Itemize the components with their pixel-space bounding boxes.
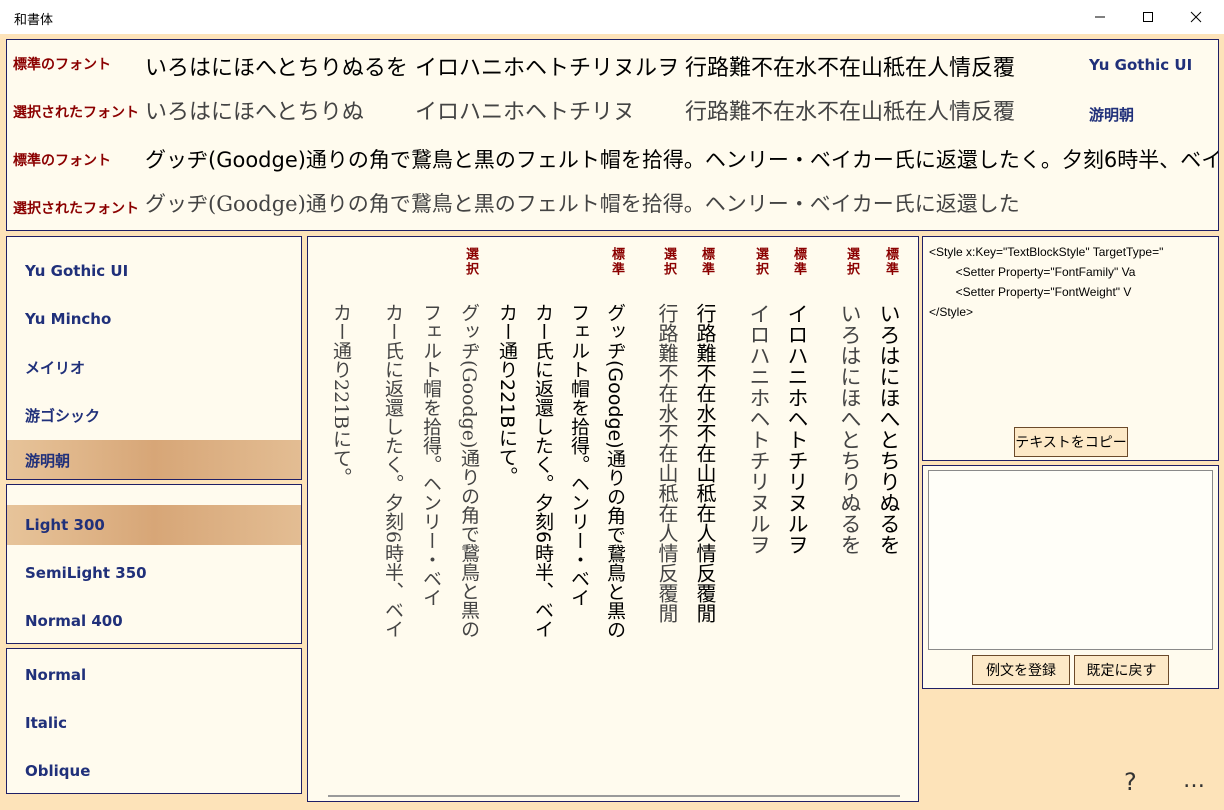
window-title: 和書体 — [14, 13, 54, 28]
kanji-selected: 行路難不在水不在山秪在人情反覆 — [685, 100, 1016, 125]
vcol-sentence-standard-2: フェルト帽を拾得。ヘンリー・ベイ — [568, 303, 590, 607]
kana-standard: いろはにほへとちりぬるを — [145, 56, 408, 81]
vcol-sentence-selected-1: グッヂ(Goodge)通りの角で鵞鳥と黒の — [458, 303, 480, 639]
tag-standard-4: 標準 — [609, 247, 624, 277]
style-item-normal[interactable]: Normal — [7, 655, 301, 695]
close-icon — [1190, 11, 1202, 23]
font-item-yu-gothic[interactable]: 游ゴシック — [7, 395, 301, 435]
more-icon[interactable]: … — [1183, 768, 1205, 793]
sentence-standard: グッヂ(Goodge)通りの角で鵞鳥と黒のフェルト帽を拾得。ヘンリー・ベイカー氏… — [145, 148, 1218, 172]
standard-font-name: Yu Gothic UI — [1089, 56, 1193, 74]
code-panel: <Style x:Key="TextBlockStyle" TargetType… — [922, 236, 1219, 461]
horizontal-scrollbar[interactable] — [328, 795, 900, 797]
vcol-kanji-selected: 行路難不在水不在山秪在人情反覆閒 — [655, 303, 679, 623]
kana-selected: いろはにほへとちりぬ — [145, 100, 364, 125]
vcol-sentence-standard-3: カー氏に返還したく。夕刻6時半、ベイ — [532, 303, 554, 639]
kanji-standard: 行路難不在水不在山秪在人情反覆 — [685, 56, 1016, 81]
standard-font-label: 標準のフォント — [13, 57, 111, 73]
font-item-meiryo[interactable]: メイリオ — [7, 347, 301, 387]
minimize-icon — [1095, 16, 1105, 18]
vcol-katakana-selected: イロハニホヘトチリヌルヲ — [747, 303, 771, 555]
copy-text-button[interactable]: テキストをコピー — [1014, 427, 1128, 457]
maximize-icon — [1143, 12, 1153, 22]
vcol-sentence-selected-4: カー通り221Bにて。 — [330, 303, 352, 487]
katakana-standard: イロハニホヘトチリヌルヲ — [415, 56, 680, 81]
minimize-button[interactable] — [1076, 0, 1124, 34]
comparison-panel: 標準のフォント いろはにほへとちりぬるを イロハニホヘトチリヌルヲ 行路難不在水… — [6, 39, 1219, 231]
font-family-list[interactable]: Yu Gothic UI Yu Mincho メイリオ 游ゴシック 游明朝 — [6, 236, 302, 480]
weight-item-light[interactable]: Light 300 — [7, 505, 301, 545]
tag-standard-3: 標準 — [699, 247, 714, 277]
sample-text-input[interactable] — [928, 470, 1213, 650]
vertical-text-panel: 標準 選択 標準 選択 標準 選択 標準 選択 いろはにほへとちりぬるを いろは… — [307, 236, 919, 802]
font-item-yu-mincho-jp[interactable]: 游明朝 — [7, 440, 301, 479]
help-icon[interactable]: ? — [1124, 768, 1137, 796]
vcol-kana-standard: いろはにほへとちりぬるを — [877, 303, 901, 555]
register-sample-button[interactable]: 例文を登録 — [972, 655, 1070, 685]
vcol-kanji-standard: 行路難不在水不在山秪在人情反覆閒 — [693, 303, 717, 623]
vcol-sentence-standard-4: カー通り221Bにて。 — [496, 303, 518, 486]
selected-font-label-2: 選択されたフォント — [13, 201, 139, 217]
font-item-yu-gothic-ui[interactable]: Yu Gothic UI — [7, 251, 301, 291]
tag-selected-3: 選択 — [661, 247, 676, 277]
vcol-sentence-selected-3: カー氏に返還したく。夕刻6時半、ベイ — [382, 303, 404, 639]
tag-standard-2: 標準 — [791, 247, 806, 277]
tag-selected-2: 選択 — [753, 247, 768, 277]
selected-font-label: 選択されたフォント — [13, 105, 139, 121]
vcol-kana-selected: いろはにほへとちりぬるを — [838, 303, 862, 555]
weight-item-normal[interactable]: Normal 400 — [7, 601, 301, 641]
maximize-button[interactable] — [1124, 0, 1172, 34]
font-weight-list[interactable]: Light 300 SemiLight 350 Normal 400 — [6, 484, 302, 644]
sentence-selected: グッヂ(Goodge)通りの角で鵞鳥と黒のフェルト帽を拾得。ヘンリー・ベイカー氏… — [145, 192, 1020, 216]
vcol-katakana-standard: イロハニホヘトチリヌルヲ — [785, 303, 809, 555]
xaml-code[interactable]: <Style x:Key="TextBlockStyle" TargetType… — [929, 242, 1163, 322]
sample-text-panel: 例文を登録 既定に戻す — [922, 465, 1219, 689]
font-item-yu-mincho[interactable]: Yu Mincho — [7, 299, 301, 339]
katakana-selected: イロハニホヘトチリヌ — [415, 100, 636, 125]
tag-selected-4: 選択 — [463, 247, 478, 277]
style-item-italic[interactable]: Italic — [7, 703, 301, 743]
close-button[interactable] — [1172, 0, 1220, 34]
tag-standard-1: 標準 — [883, 247, 898, 277]
style-item-oblique[interactable]: Oblique — [7, 751, 301, 791]
standard-font-label-2: 標準のフォント — [13, 153, 111, 169]
tag-selected-1: 選択 — [844, 247, 859, 277]
reset-default-button[interactable]: 既定に戻す — [1074, 655, 1169, 685]
selected-font-name: 游明朝 — [1089, 106, 1135, 124]
vcol-sentence-selected-2: フェルト帽を拾得。ヘンリー・ベイ — [420, 303, 442, 607]
weight-item-semilight[interactable]: SemiLight 350 — [7, 553, 301, 593]
title-bar: 和書体 — [0, 0, 1224, 34]
vcol-sentence-standard-1: グッヂ(Goodge)通りの角で鵞鳥と黒の — [604, 303, 626, 639]
font-style-list[interactable]: Normal Italic Oblique — [6, 648, 302, 794]
